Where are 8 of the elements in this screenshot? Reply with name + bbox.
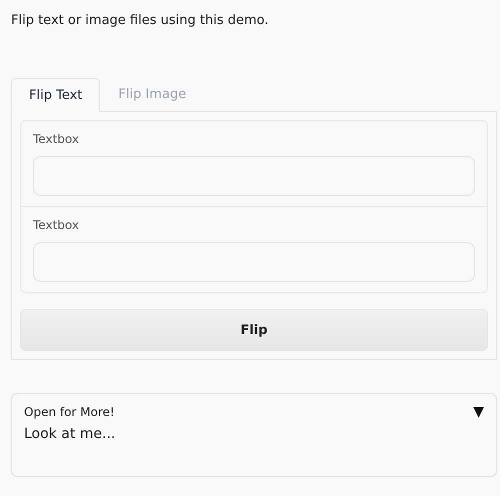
caret-icon[interactable]: ▼	[473, 404, 484, 420]
tab[interactable]: Flip Text	[11, 78, 100, 112]
flip-button[interactable]: Flip	[20, 309, 488, 351]
accordion-text: Look at me...	[24, 426, 116, 442]
field-label: Textbox	[33, 132, 80, 146]
intro-text: Flip text or image files using this demo.	[11, 12, 270, 28]
accordion-title[interactable]: Open for More!	[24, 405, 115, 419]
field-label: Textbox	[33, 218, 80, 232]
